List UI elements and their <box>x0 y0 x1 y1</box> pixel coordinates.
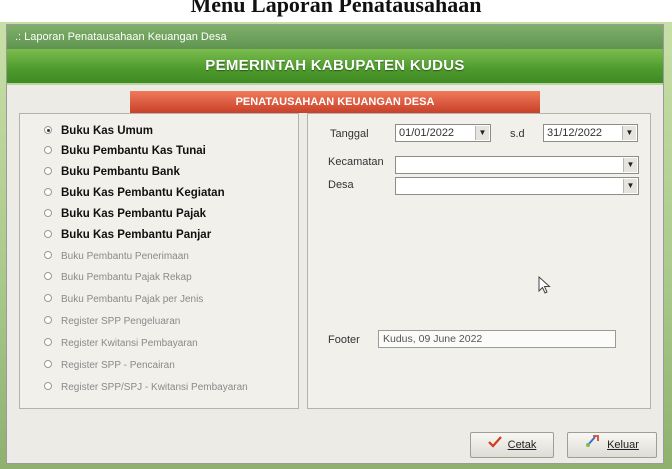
sd-label: s.d <box>510 128 525 140</box>
chevron-down-icon[interactable]: ▼ <box>623 158 637 172</box>
radio-button-icon[interactable] <box>44 316 52 325</box>
radio-button-icon[interactable] <box>44 360 52 369</box>
tanggal-label: Tanggal <box>330 128 369 140</box>
radio-button-icon[interactable] <box>44 208 52 217</box>
radio-button-icon[interactable] <box>44 145 52 154</box>
keluar-button[interactable]: Keluar <box>567 432 657 458</box>
radio-option[interactable]: Buku Kas Pembantu Pajak <box>44 205 206 223</box>
radio-button-icon[interactable] <box>44 272 52 281</box>
radio-option[interactable]: Buku Pembantu Pajak Rekap <box>44 269 192 287</box>
radio-label: Register SPP Pengeluaran <box>61 316 181 327</box>
desa-label: Desa <box>328 179 354 191</box>
radio-label: Buku Pembantu Bank <box>61 166 180 178</box>
radio-option[interactable]: Register Kwitansi Pembayaran <box>44 335 198 353</box>
radio-option[interactable]: Buku Kas Pembantu Panjar <box>44 226 211 244</box>
radio-option[interactable]: Register SPP Pengeluaran <box>44 313 180 331</box>
date-from-value: 01/01/2022 <box>399 127 455 139</box>
radio-label: Buku Pembantu Pajak per Jenis <box>61 294 204 305</box>
radio-label: Buku Kas Pembantu Panjar <box>61 229 212 241</box>
section-subbanner: PENATAUSAHAAN KEUANGAN DESA <box>130 91 540 113</box>
date-to-select[interactable]: 31/12/2022 ▼ <box>543 124 638 142</box>
desa-select[interactable]: ▼ <box>395 177 639 195</box>
radio-label: Register SPP - Pencairan <box>61 360 175 371</box>
radio-button-icon[interactable] <box>44 125 52 134</box>
radio-option[interactable]: Register SPP - Pencairan <box>44 357 175 375</box>
footer-input[interactable]: Kudus, 09 June 2022 <box>378 330 616 348</box>
radio-label: Buku Pembantu Penerimaan <box>61 251 189 262</box>
government-banner: PEMERINTAH KABUPATEN KUDUS <box>7 49 663 85</box>
chevron-down-icon[interactable]: ▼ <box>622 126 636 140</box>
chevron-down-icon[interactable]: ▼ <box>475 126 489 140</box>
radio-option[interactable]: Buku Pembantu Kas Tunai <box>44 142 206 160</box>
radio-option[interactable]: Buku Pembantu Penerimaan <box>44 248 189 266</box>
kecamatan-select[interactable]: ▼ <box>395 156 639 174</box>
radio-button-icon[interactable] <box>44 187 52 196</box>
radio-label: Register Kwitansi Pembayaran <box>61 338 198 349</box>
radio-option[interactable]: Buku Pembantu Bank <box>44 163 180 181</box>
footer-label: Footer <box>328 334 360 346</box>
exit-icon <box>585 433 601 457</box>
keluar-label: Keluar <box>607 439 639 451</box>
radio-button-icon[interactable] <box>44 251 52 260</box>
radio-label: Buku Pembantu Pajak Rekap <box>61 272 192 283</box>
radio-label: Register SPP/SPJ - Kwitansi Pembayaran <box>61 382 248 393</box>
date-to-value: 31/12/2022 <box>547 127 603 139</box>
radio-option[interactable]: Buku Pembantu Pajak per Jenis <box>44 291 203 309</box>
radio-button-icon[interactable] <box>44 338 52 347</box>
cetak-label: Cetak <box>507 439 537 451</box>
report-type-panel: Buku Kas Umum Buku Pembantu Kas Tunai Bu… <box>19 113 299 409</box>
window-titlebar: .: Laporan Penatausahaan Keuangan Desa <box>7 25 663 49</box>
radio-option[interactable]: Buku Kas Umum <box>44 122 153 140</box>
check-icon <box>487 433 502 457</box>
radio-label: Buku Pembantu Kas Tunai <box>61 145 206 157</box>
radio-button-icon[interactable] <box>44 166 52 175</box>
kecamatan-label: Kecamatan <box>328 156 384 168</box>
mouse-cursor-icon <box>538 276 551 294</box>
report-window: .: Laporan Penatausahaan Keuangan Desa P… <box>6 24 664 464</box>
radio-label: Buku Kas Umum <box>61 125 154 137</box>
date-from-select[interactable]: 01/01/2022 ▼ <box>395 124 491 142</box>
radio-option[interactable]: Buku Kas Pembantu Kegiatan <box>44 184 225 202</box>
radio-button-icon[interactable] <box>44 382 52 391</box>
radio-button-icon[interactable] <box>44 294 52 303</box>
radio-button-icon[interactable] <box>44 229 52 238</box>
radio-label: Buku Kas Pembantu Pajak <box>61 208 207 220</box>
radio-label: Buku Kas Pembantu Kegiatan <box>61 187 225 199</box>
radio-option[interactable]: Register SPP/SPJ - Kwitansi Pembayaran <box>44 379 248 397</box>
cetak-button[interactable]: Cetak <box>470 432 554 458</box>
chevron-down-icon[interactable]: ▼ <box>623 179 637 193</box>
document-title: Menu Laporan Penatausahaan <box>190 0 482 17</box>
